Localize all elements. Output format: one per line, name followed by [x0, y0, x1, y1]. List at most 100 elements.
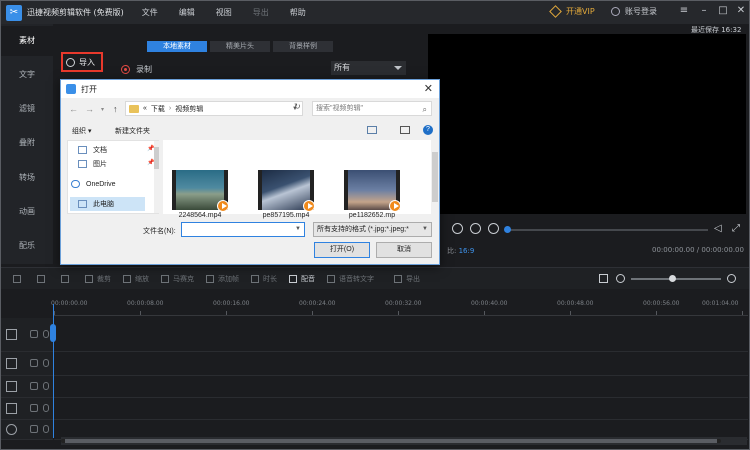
- freeze-frame-button[interactable]: 添加帧: [206, 274, 239, 284]
- lock-icon[interactable]: [43, 329, 49, 338]
- voiceover-button[interactable]: 配音: [289, 274, 315, 284]
- menu-edit[interactable]: 编辑: [179, 7, 195, 18]
- tab-intros[interactable]: 精美片头: [210, 41, 270, 52]
- filename-input[interactable]: ▼: [181, 222, 305, 237]
- delete-button[interactable]: [61, 274, 73, 283]
- nav-item-onedrive[interactable]: OneDrive: [71, 180, 116, 188]
- track-settings-icon[interactable]: [30, 358, 38, 367]
- nav-item-pictures[interactable]: 图片: [78, 159, 107, 169]
- menu-icon[interactable]: ≡: [678, 5, 690, 17]
- close-icon[interactable]: ✕: [424, 82, 433, 95]
- preview-pane-icon[interactable]: [400, 126, 410, 134]
- sidebar-item-transition[interactable]: 转场: [1, 163, 53, 193]
- open-button[interactable]: 打开(O): [314, 242, 370, 258]
- menu-help[interactable]: 帮助: [290, 7, 306, 18]
- chevron-down-icon[interactable]: ▼: [295, 226, 301, 232]
- track-settings-icon[interactable]: [30, 403, 38, 412]
- scrollbar-thumb[interactable]: [432, 152, 438, 202]
- nav-item-this-pc[interactable]: 此电脑: [70, 197, 145, 211]
- forward-icon[interactable]: →: [85, 104, 94, 114]
- breadcrumb-downloads[interactable]: 下载: [151, 104, 165, 114]
- zoom-out-icon[interactable]: [616, 274, 625, 283]
- play-icon[interactable]: [452, 223, 463, 234]
- chevron-down-icon[interactable]: ▾: [101, 106, 104, 113]
- aspect-ratio[interactable]: 比: 16:9: [447, 246, 474, 256]
- up-icon[interactable]: ↑: [113, 104, 118, 114]
- redo-button[interactable]: [37, 274, 49, 283]
- sidebar-item-filter[interactable]: 滤镜: [1, 94, 53, 124]
- track-text[interactable]: [54, 376, 748, 398]
- zoom-slider[interactable]: [631, 274, 721, 282]
- login-button[interactable]: 账号登录: [611, 6, 657, 17]
- ruler-label: 00:00:08.00: [127, 300, 164, 307]
- track-music[interactable]: [54, 398, 748, 420]
- sidebar-item-overlay[interactable]: 叠附: [1, 128, 53, 158]
- minimize-icon[interactable]: –: [698, 5, 710, 17]
- mosaic-button[interactable]: 马赛克: [161, 274, 194, 284]
- zoom-in-icon[interactable]: [727, 274, 736, 283]
- timeline-scrollbar[interactable]: [61, 437, 747, 445]
- track-video-main[interactable]: [54, 318, 748, 352]
- scrollbar-thumb[interactable]: [154, 147, 159, 169]
- new-folder-button[interactable]: 新建文件夹: [115, 126, 150, 136]
- fullscreen-icon[interactable]: ⤢: [732, 223, 740, 234]
- crop-button[interactable]: 裁剪: [85, 274, 111, 284]
- stop-icon[interactable]: [470, 223, 481, 234]
- speech-to-text-button[interactable]: 语音转文字: [327, 274, 374, 284]
- playhead-handle[interactable]: [50, 324, 56, 342]
- undo-button[interactable]: [13, 274, 25, 283]
- lock-icon[interactable]: [43, 381, 49, 390]
- nav-item-label: 文档: [93, 147, 107, 154]
- import-button[interactable]: 导入: [61, 52, 103, 72]
- tab-local-media[interactable]: 本地素材: [147, 41, 207, 52]
- track-settings-icon[interactable]: [30, 424, 38, 433]
- media-filter-select[interactable]: 所有: [331, 61, 406, 75]
- sidebar-item-media[interactable]: 素材: [1, 26, 53, 56]
- view-options-icon[interactable]: [367, 126, 377, 134]
- sidebar-item-text[interactable]: 文字: [1, 60, 53, 90]
- export-button[interactable]: 导出: [394, 274, 420, 284]
- timeline-ruler[interactable]: 00:00:00.00 00:00:08.00 00:00:16.00 00:0…: [51, 298, 748, 316]
- track-settings-icon[interactable]: [30, 381, 38, 390]
- help-icon[interactable]: ?: [423, 125, 433, 135]
- menu-export[interactable]: 导出: [253, 7, 269, 18]
- scrollbar-thumb[interactable]: [61, 439, 721, 443]
- lock-icon[interactable]: [43, 403, 49, 412]
- zoom-button[interactable]: 缩放: [123, 274, 149, 284]
- close-icon[interactable]: ✕: [735, 5, 747, 17]
- sidebar-item-music[interactable]: 配乐: [1, 231, 53, 261]
- organize-button[interactable]: 组织 ▾: [72, 126, 91, 136]
- ruler-label: 00:00:56.00: [643, 300, 680, 307]
- menu-file[interactable]: 文件: [142, 7, 158, 18]
- duration-button[interactable]: 时长: [251, 274, 277, 284]
- file-item[interactable]: pe857195.mp4: [257, 170, 315, 219]
- zoom-slider-knob[interactable]: [669, 274, 676, 282]
- file-item[interactable]: 2248564.mp4: [171, 170, 229, 219]
- lock-icon[interactable]: [43, 424, 49, 433]
- cancel-button[interactable]: 取消: [376, 242, 432, 258]
- track-settings-icon[interactable]: [30, 329, 38, 338]
- address-bar[interactable]: « 下载 › 视频剪辑 ▼: [125, 101, 303, 116]
- back-icon[interactable]: ←: [69, 104, 78, 114]
- vip-button[interactable]: 开通VIP: [549, 5, 595, 18]
- file-item[interactable]: pe1182652.mp: [343, 170, 401, 219]
- playback-progress[interactable]: [508, 229, 708, 231]
- refresh-icon[interactable]: ↻: [294, 102, 301, 111]
- search-input[interactable]: 搜索"视频剪辑" ⌕: [312, 101, 432, 116]
- nav-scrollbar[interactable]: [154, 141, 159, 213]
- file-type-select[interactable]: 所有支持的格式 (*.jpg;*.jpeg;* ▼: [313, 222, 432, 237]
- track-video-overlay[interactable]: [54, 352, 748, 376]
- nav-item-documents[interactable]: 文档: [78, 145, 107, 155]
- lock-icon[interactable]: [43, 358, 49, 367]
- menu-view[interactable]: 视图: [216, 7, 232, 18]
- file-scrollbar[interactable]: [431, 140, 439, 214]
- record-button[interactable]: 录制: [121, 64, 152, 75]
- breadcrumb-video-edit[interactable]: 视频剪辑: [175, 104, 203, 114]
- volume-icon[interactable]: ◁: [714, 223, 722, 234]
- tab-backgrounds[interactable]: 背景样例: [273, 41, 333, 52]
- next-frame-icon[interactable]: [488, 223, 499, 234]
- maximize-icon[interactable]: □: [717, 5, 729, 17]
- fit-timeline-icon[interactable]: [599, 274, 608, 283]
- sidebar-item-animation[interactable]: 动画: [1, 197, 53, 227]
- progress-handle[interactable]: [504, 226, 511, 233]
